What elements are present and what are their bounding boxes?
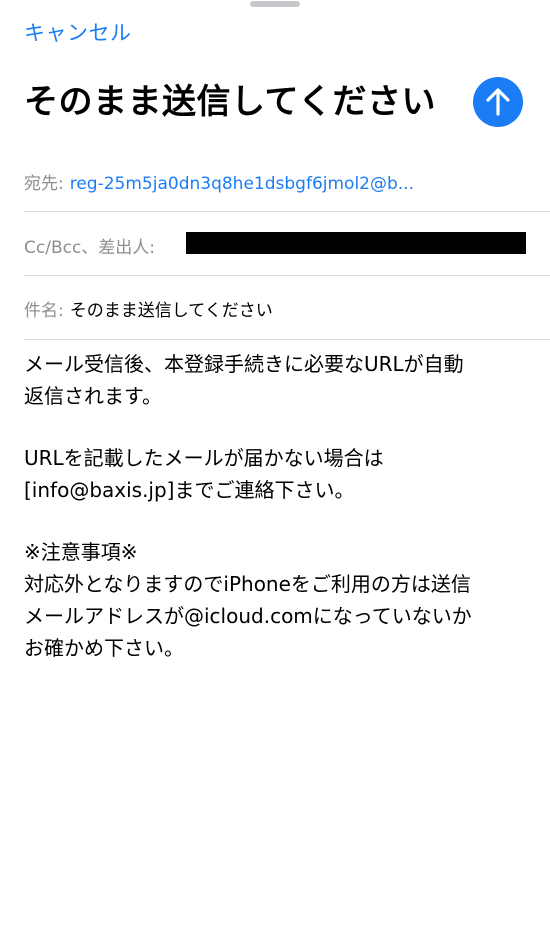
send-button[interactable] [473, 77, 523, 127]
divider [24, 339, 550, 340]
divider [24, 275, 550, 276]
body-line: お確かめ下さい。 [24, 636, 184, 660]
body-line: メール受信後、本登録手続きに必要なURLが自動 [24, 352, 464, 376]
to-field[interactable]: 宛先: reg-25m5ja0dn3q8he1dsbgf6jmol2@b... [24, 169, 550, 194]
arrow-up-icon [486, 88, 510, 116]
subject-label: 件名: [24, 301, 64, 321]
to-recipient[interactable]: reg-25m5ja0dn3q8he1dsbgf6jmol2@b... [70, 174, 414, 194]
cc-bcc-from-label: Cc/Bcc、差出人: [24, 238, 156, 258]
body-line: メールアドレスが@icloud.comになっていないか [24, 604, 472, 628]
redacted-sender [186, 232, 526, 254]
subject-field[interactable]: 件名: そのまま送信してください [24, 296, 550, 321]
divider [24, 211, 550, 212]
cancel-button[interactable]: キャンセル [24, 17, 132, 47]
body-line: URLを記載したメールが届かない場合は [24, 446, 384, 470]
body-line: 返信されます。 [24, 384, 162, 408]
body-line: [info@baxis.jp]までご連絡下さい。 [24, 478, 355, 502]
message-body[interactable]: メール受信後、本登録手続きに必要なURLが自動 返信されます。 URLを記載した… [24, 348, 529, 664]
body-line: ※注意事項※ [24, 540, 138, 564]
to-label: 宛先: [24, 174, 64, 194]
compose-title: そのまま送信してください [24, 82, 436, 122]
subject-value[interactable]: そのまま送信してください [70, 301, 273, 321]
compose-sheet: キャンセル そのまま送信してください 宛先: reg-25m5ja0dn3q8he… [0, 0, 550, 950]
body-line: 対応外となりますのでiPhoneをご利用の方は送信 [24, 572, 471, 596]
sheet-grabber[interactable] [250, 1, 300, 7]
